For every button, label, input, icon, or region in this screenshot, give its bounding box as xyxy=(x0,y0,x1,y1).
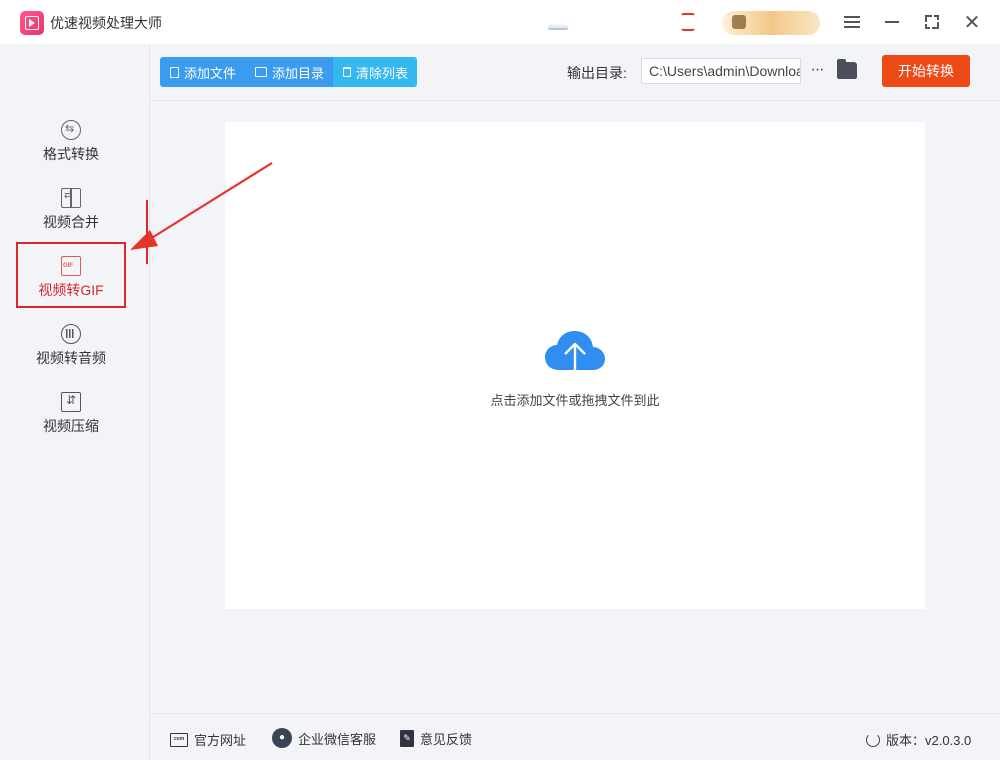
highlight-line xyxy=(146,200,148,264)
drop-hint-text: 点击添加文件或拖拽文件到此 xyxy=(490,393,660,408)
sidebar-item-format-convert[interactable]: 格式转换 xyxy=(16,114,126,180)
maximize-icon[interactable] xyxy=(918,8,946,36)
video-merge-icon xyxy=(61,188,81,208)
footer-bar: com 官方网址 ● 企业微信客服 ✎ 意见反馈 版本：v2.0.3.0 xyxy=(150,713,1000,760)
upload-cloud-icon xyxy=(545,331,605,378)
website-label: 官方网址 xyxy=(194,733,247,748)
compress-icon xyxy=(61,392,81,412)
sidebar-item-video-to-audio[interactable]: 视频转音频 xyxy=(16,318,126,384)
output-dir-field[interactable]: C:\Users\admin\Downloads xyxy=(641,58,801,84)
add-folder-button[interactable]: 添加目录 xyxy=(245,57,334,87)
title-bar: 优速视频处理大师 ✕ xyxy=(0,0,1000,44)
sidebar-item-video-to-gif[interactable]: 视频转GIF xyxy=(16,242,126,308)
sidebar-item-label: 格式转换 xyxy=(43,146,99,162)
sidebar-item-label: 视频转音频 xyxy=(36,350,106,366)
app-title: 优速视频处理大师 xyxy=(50,15,162,31)
wechat-support-link[interactable]: ● 企业微信客服 xyxy=(272,728,376,748)
minimize-icon[interactable] xyxy=(878,8,906,36)
sidebar-item-label: 视频转GIF xyxy=(38,282,104,298)
folder-icon xyxy=(255,67,268,77)
gift-icon[interactable] xyxy=(680,13,696,31)
sidebar-item-video-merge[interactable]: 视频合并 xyxy=(16,182,126,248)
menu-icon[interactable] xyxy=(838,8,866,36)
format-convert-icon xyxy=(61,120,81,140)
trash-icon xyxy=(343,67,352,77)
add-file-button[interactable]: 添加文件 xyxy=(160,57,246,87)
version-label: 版本：v2.0.3.0 xyxy=(886,733,972,748)
open-folder-icon[interactable] xyxy=(837,59,857,79)
browse-more-button[interactable]: ··· xyxy=(807,58,827,84)
website-icon: com xyxy=(170,732,188,747)
clear-list-label: 清除列表 xyxy=(356,65,409,81)
feedback-label: 意见反馈 xyxy=(420,732,473,747)
divider xyxy=(150,100,1000,101)
feedback-icon: ✎ xyxy=(400,730,414,747)
add-file-label: 添加文件 xyxy=(184,65,237,81)
sidebar-item-label: 视频压缩 xyxy=(43,418,99,434)
gif-icon xyxy=(61,256,81,276)
promo-icon[interactable] xyxy=(548,16,568,30)
sidebar-item-label: 视频合并 xyxy=(43,214,99,230)
file-drop-area[interactable]: 点击添加文件或拖拽文件到此 xyxy=(225,122,925,609)
wechat-icon: ● xyxy=(272,728,292,748)
start-convert-button[interactable]: 开始转换 xyxy=(882,55,970,87)
wechat-label: 企业微信客服 xyxy=(298,731,377,747)
file-icon xyxy=(170,66,179,78)
close-icon[interactable]: ✕ xyxy=(958,8,986,36)
output-dir-label: 输出目录: xyxy=(567,65,627,81)
app-logo-icon xyxy=(20,11,44,35)
add-folder-label: 添加目录 xyxy=(272,65,325,81)
feedback-link[interactable]: ✎ 意见反馈 xyxy=(400,729,472,748)
clear-list-button[interactable]: 清除列表 xyxy=(333,57,418,87)
refresh-icon xyxy=(866,732,880,747)
version-check[interactable]: 版本：v2.0.3.0 xyxy=(866,730,971,749)
sidebar: 格式转换 视频合并 视频转GIF 视频转音频 视频压缩 xyxy=(0,44,150,760)
file-toolbar: 添加文件 添加目录 清除列表 xyxy=(160,57,418,87)
audio-icon xyxy=(61,324,81,344)
website-link[interactable]: com 官方网址 xyxy=(170,730,246,749)
vip-badge[interactable] xyxy=(722,11,820,35)
sidebar-item-video-compress[interactable]: 视频压缩 xyxy=(16,386,126,452)
